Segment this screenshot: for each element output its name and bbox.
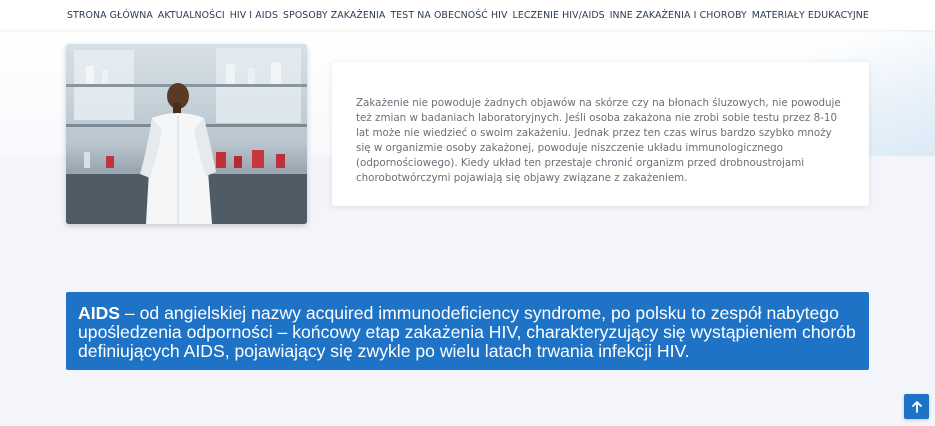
scroll-to-top-button[interactable] (904, 394, 929, 419)
aids-definition-text: AIDS – od angielskiej nazwy acquired imm… (78, 304, 857, 361)
aids-term: AIDS (78, 303, 121, 323)
nav-item-materialy-edukacyjne[interactable]: MATERIAŁY EDUKACYJNE (752, 10, 869, 21)
aids-definition-box: AIDS – od angielskiej nazwy acquired imm… (66, 292, 869, 370)
nav-item-sposoby-zakazenia[interactable]: SPOSOBY ZAKAŻENIA (283, 10, 385, 21)
nav-item-hiv-i-aids[interactable]: HIV I AIDS (230, 10, 278, 21)
nav-item-aktualnosci[interactable]: AKTUALNOŚCI (158, 10, 225, 21)
info-card: Zakażenie nie powoduje żadnych objawów n… (332, 62, 869, 206)
info-paragraph: Zakażenie nie powoduje żadnych objawów n… (356, 97, 841, 185)
aids-definition: – od angielskiej nazwy acquired immunode… (78, 303, 856, 361)
nav-item-leczenie-hiv-aids[interactable]: LECZENIE HIV/AIDS (513, 10, 605, 21)
main-navigation: STRONA GŁÓWNA AKTUALNOŚCI HIV I AIDS SPO… (0, 0, 935, 30)
arrow-up-icon (911, 400, 922, 413)
nav-item-inne-zakazenia[interactable]: INNE ZAKAŻENIA I CHOROBY (610, 10, 747, 21)
nav-item-test-na-obecnosc-hiv[interactable]: TEST NA OBECNOŚĆ HIV (390, 10, 507, 21)
laboratory-photo (66, 44, 307, 224)
nav-item-strona-glowna[interactable]: STRONA GŁÓWNA (67, 10, 153, 21)
